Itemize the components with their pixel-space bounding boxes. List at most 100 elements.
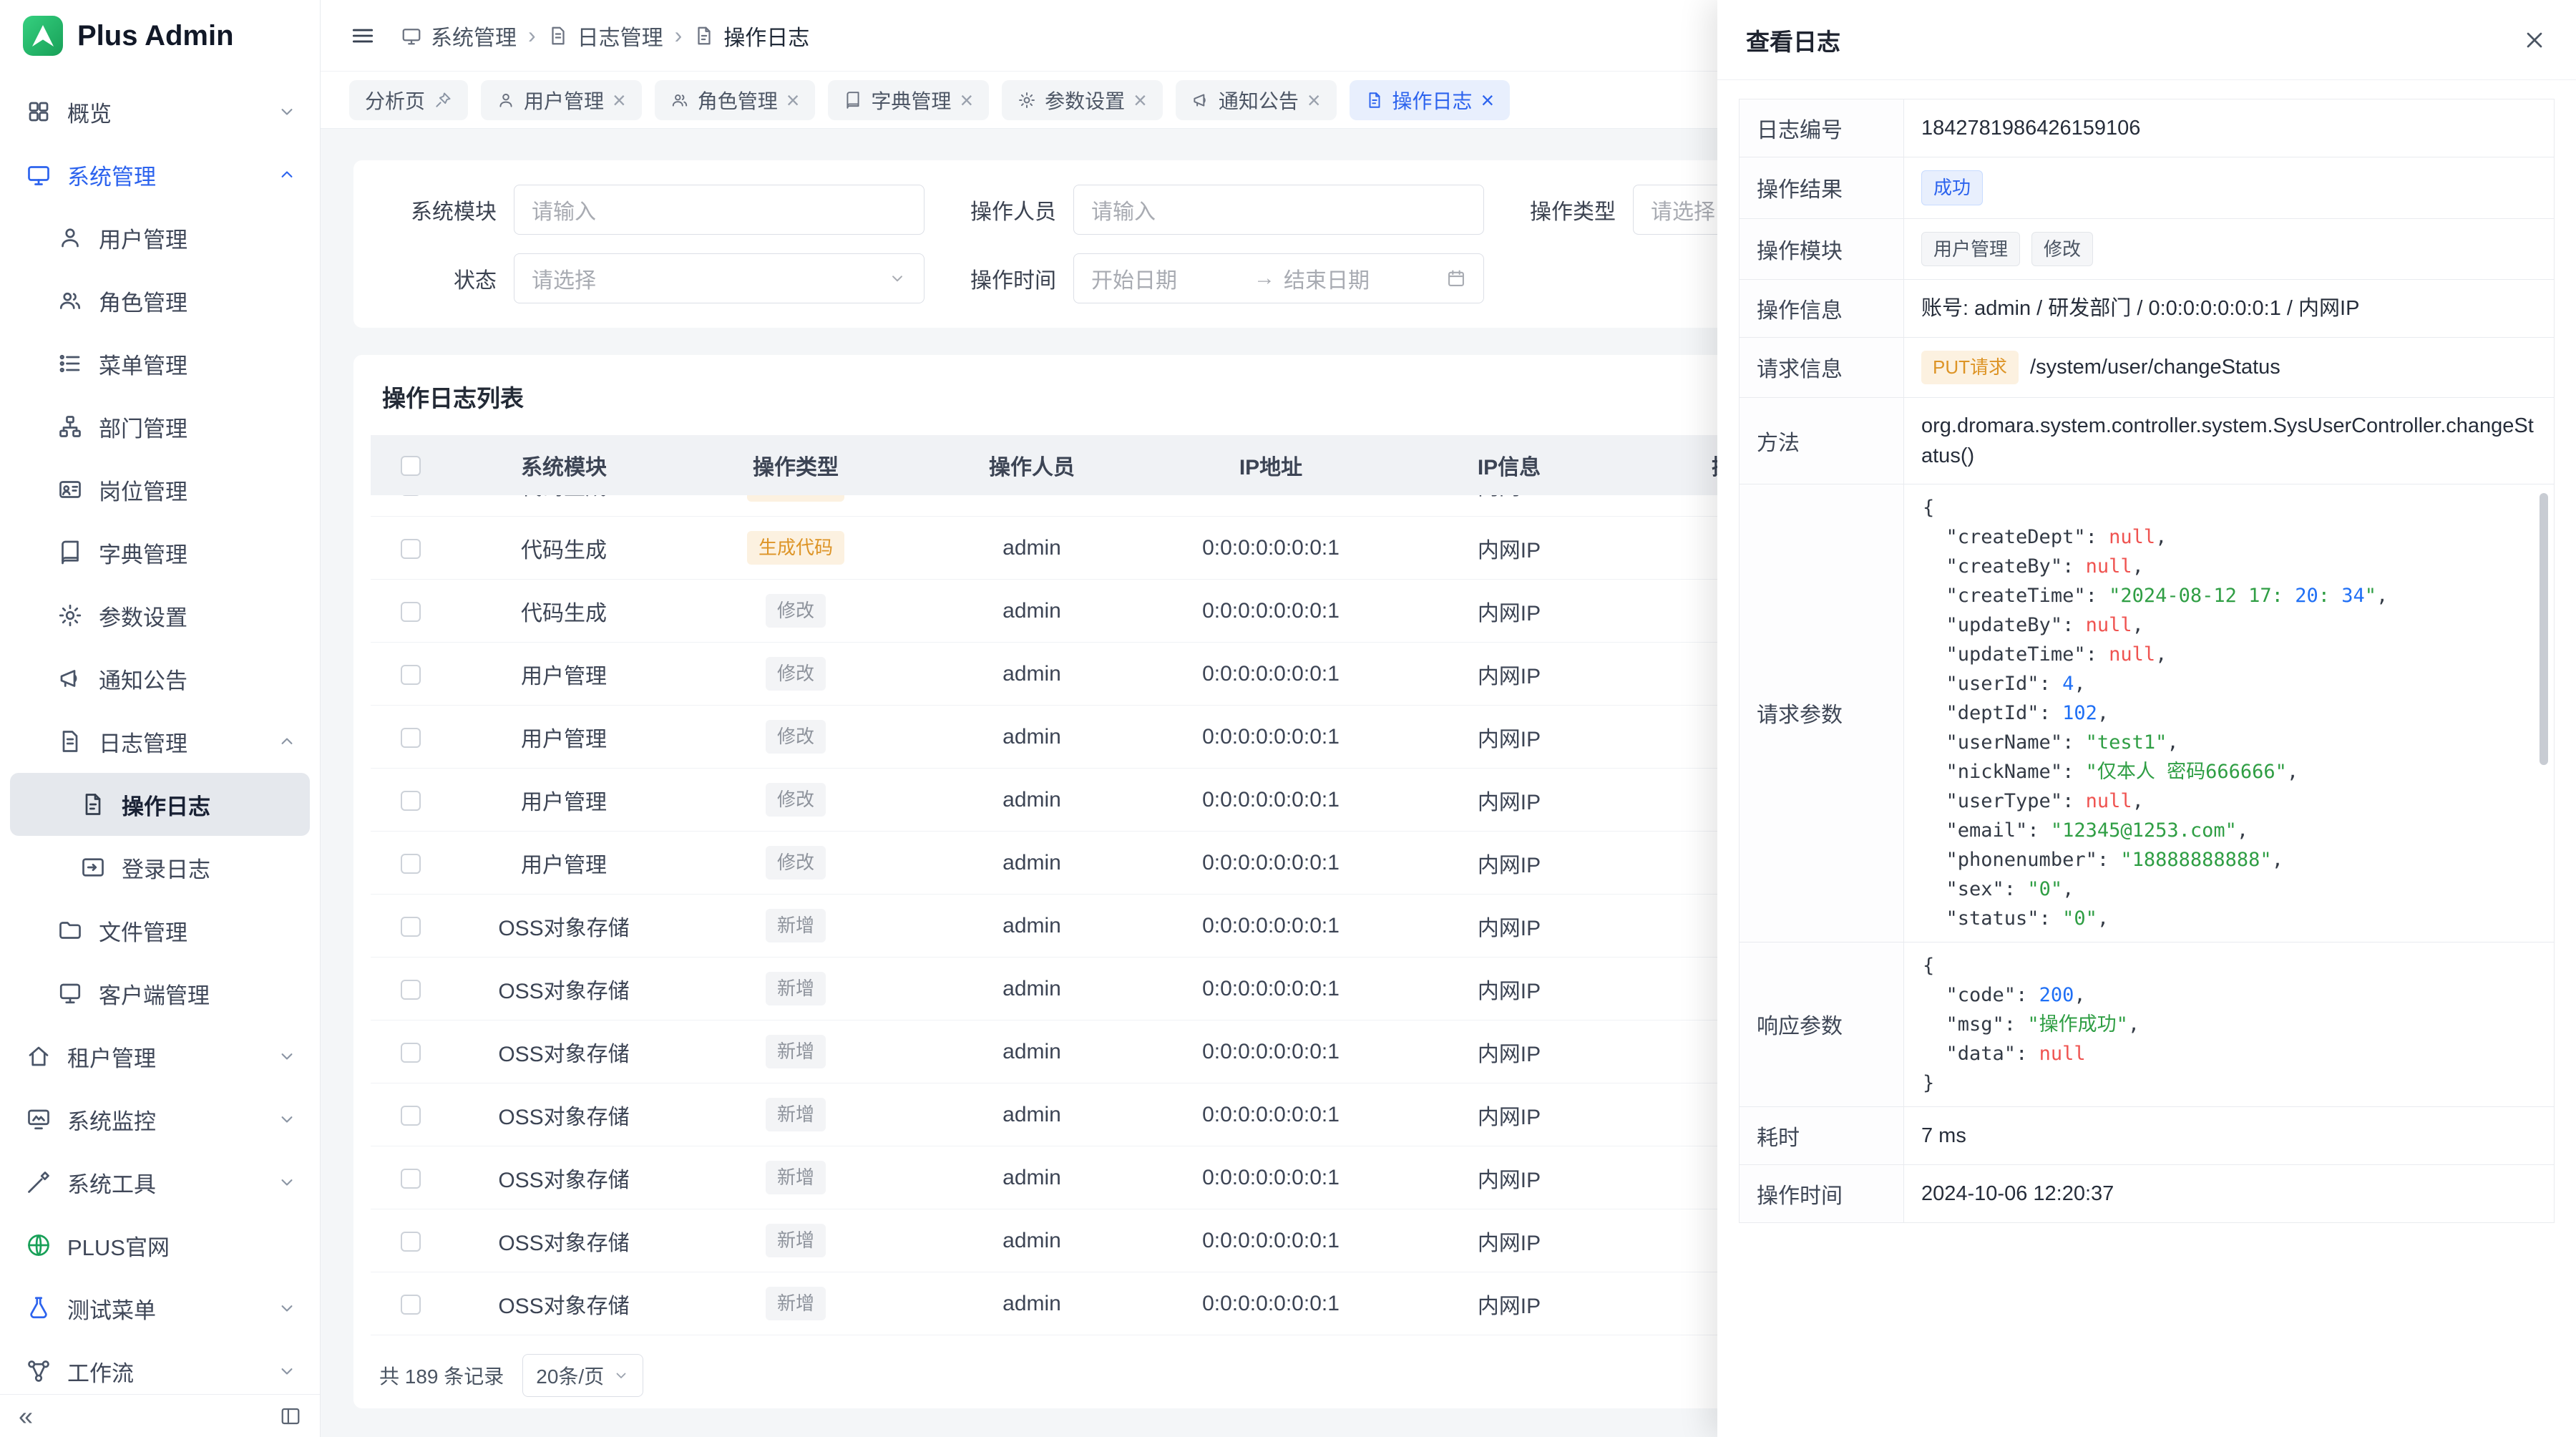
close-tab-icon[interactable]: × — [613, 89, 626, 112]
row-checkbox[interactable] — [401, 665, 421, 685]
sidebar-item-client[interactable]: 客户端管理 — [10, 962, 310, 1025]
chevron-down-icon — [277, 102, 297, 122]
close-tab-icon[interactable]: × — [1481, 89, 1495, 112]
flask-icon — [26, 1295, 52, 1321]
tab-label: 通知公告 — [1219, 86, 1299, 115]
pin-icon[interactable] — [434, 91, 452, 109]
sidebar-item-role[interactable]: 角色管理 — [10, 269, 310, 332]
workflow-icon — [26, 1358, 52, 1384]
sidebar-item-notice[interactable]: 通知公告 — [10, 647, 310, 710]
sidebar-item-systool[interactable]: 系统工具 — [10, 1151, 310, 1214]
row-checkbox[interactable] — [401, 980, 421, 1000]
select-all-checkbox[interactable] — [401, 456, 421, 476]
breadcrumb-item[interactable]: 系统管理 — [401, 20, 517, 52]
cell-module: 用户管理 — [451, 784, 677, 816]
sidebar-item-website[interactable]: PLUS官网 — [10, 1214, 310, 1277]
sidebar-item-overview[interactable]: 概览 — [10, 80, 310, 143]
row-checkbox[interactable] — [401, 1106, 421, 1126]
status-select[interactable]: 请选择 — [514, 253, 924, 303]
close-tab-icon[interactable]: × — [1307, 89, 1321, 112]
tab-operlog[interactable]: 操作日志× — [1350, 80, 1511, 120]
sidebar-item-system[interactable]: 系统管理 — [10, 143, 310, 206]
tab-role[interactable]: 角色管理× — [655, 80, 816, 120]
detail-value: 账号: admin / 研发部门 / 0:0:0:0:0:0:0:1 / 内网I… — [1904, 280, 2554, 337]
row-checkbox[interactable] — [401, 854, 421, 874]
scrollbar-thumb[interactable] — [2540, 493, 2548, 765]
breadcrumb-item[interactable]: 日志管理 — [547, 20, 663, 52]
row-checkbox[interactable] — [401, 495, 421, 496]
filter-label-module: 系统模块 — [382, 194, 497, 225]
sidebar-item-workflow[interactable]: 工作流 — [10, 1340, 310, 1394]
sidebar-item-sysmonitor[interactable]: 系统监控 — [10, 1088, 310, 1151]
cell-operator: admin — [914, 1040, 1149, 1064]
sidebar-item-testmenu[interactable]: 测试菜单 — [10, 1277, 310, 1340]
users-icon — [57, 288, 83, 313]
cell-ip-info: 内网IP — [1392, 1036, 1626, 1068]
cell-ip: 0:0:0:0:0:0:0:1 — [1149, 536, 1392, 560]
sidebar-item-dept[interactable]: 部门管理 — [10, 395, 310, 458]
cell-module: 代码生成 — [451, 595, 677, 627]
hamburger-icon[interactable] — [349, 22, 376, 49]
sidebar-item-tenant[interactable]: 租户管理 — [10, 1025, 310, 1088]
row-checkbox[interactable] — [401, 539, 421, 559]
file-text-icon — [547, 25, 569, 47]
close-drawer-icon[interactable] — [2522, 27, 2547, 53]
sidebar-item-post[interactable]: 岗位管理 — [10, 458, 310, 521]
sidebar-item-menu[interactable]: 菜单管理 — [10, 332, 310, 395]
tab-analysis[interactable]: 分析页 — [349, 80, 468, 120]
sidebar-item-operlog[interactable]: 操作日志 — [10, 773, 310, 836]
collapse-sidebar-icon[interactable]: « — [19, 1403, 33, 1429]
sidebar-item-file[interactable]: 文件管理 — [10, 899, 310, 962]
row-checkbox[interactable] — [401, 1295, 421, 1315]
sidebar: Plus Admin 概览系统管理用户管理角色管理菜单管理部门管理岗位管理字典管… — [0, 0, 321, 1437]
login-icon — [80, 854, 106, 880]
tab-config[interactable]: 参数设置 × — [1002, 80, 1163, 120]
row-checkbox[interactable] — [401, 791, 421, 811]
page-size-select[interactable]: 20条/页 — [522, 1354, 643, 1397]
brand[interactable]: Plus Admin — [0, 0, 320, 72]
cell-ip: 0:0:0:0:0:0:0:1 — [1149, 599, 1392, 623]
detail-row: 方法org.dromara.system.controller.system.S… — [1740, 398, 2554, 484]
sidebar-item-dict[interactable]: 字典管理 — [10, 521, 310, 584]
close-tab-icon[interactable]: × — [960, 89, 973, 112]
tab-notice[interactable]: 通知公告 × — [1176, 80, 1337, 120]
cell-ip: 0:0:0:0:0:0:0:1 — [1149, 1166, 1392, 1190]
sidebar-item-config[interactable]: 参数设置 — [10, 584, 310, 647]
tab-dict[interactable]: 字典管理× — [828, 80, 989, 120]
row-checkbox[interactable] — [401, 602, 421, 622]
module-input[interactable]: 请输入 — [514, 185, 924, 235]
row-checkbox[interactable] — [401, 728, 421, 748]
sidebar-item-user[interactable]: 用户管理 — [10, 206, 310, 269]
chevron-up-icon — [277, 165, 297, 185]
row-checkbox[interactable] — [401, 917, 421, 937]
sidebar-item-log[interactable]: 日志管理 — [10, 710, 310, 773]
row-checkbox[interactable] — [401, 1043, 421, 1063]
cell-type: 新增 — [677, 1035, 914, 1068]
operator-input[interactable]: 请输入 — [1073, 185, 1484, 235]
cell-module: 用户管理 — [451, 847, 677, 879]
detail-row: 耗时7 ms — [1740, 1107, 2554, 1165]
cell-type: 新增 — [677, 972, 914, 1005]
tools-icon — [26, 1169, 52, 1195]
operation-type-tag: 修改 — [766, 846, 826, 880]
cell-operator: admin — [914, 788, 1149, 812]
row-checkbox[interactable] — [401, 1232, 421, 1252]
date-range-input[interactable]: 开始日期 → 结束日期 — [1073, 253, 1484, 303]
dashboard-icon — [26, 99, 52, 125]
detail-value: 成功 — [1904, 157, 2554, 218]
row-checkbox[interactable] — [401, 1169, 421, 1189]
breadcrumb-separator: › — [675, 22, 683, 49]
panel-toggle-icon[interactable] — [280, 1406, 301, 1427]
close-tab-icon[interactable]: × — [1133, 89, 1147, 112]
breadcrumb-label: 操作日志 — [723, 20, 809, 52]
module-tag: 修改 — [2031, 232, 2093, 267]
sidebar-item-loginlog[interactable]: 登录日志 — [10, 836, 310, 899]
close-tab-icon[interactable]: × — [786, 89, 800, 112]
tab-label: 参数设置 — [1045, 86, 1125, 115]
cell-type: 生成代码 — [677, 531, 914, 565]
detail-row: 请求信息PUT请求/system/user/changeStatus — [1740, 338, 2554, 398]
operation-type-tag: 修改 — [766, 720, 826, 754]
tab-user[interactable]: 用户管理× — [481, 80, 642, 120]
breadcrumb-item[interactable]: 操作日志 — [693, 20, 809, 52]
cell-type: 修改 — [677, 846, 914, 880]
